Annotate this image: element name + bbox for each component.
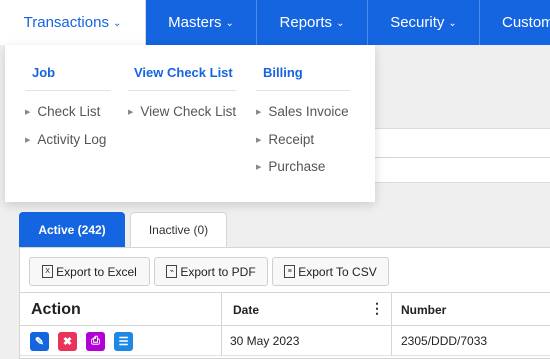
list-icon[interactable]: ☰ [114, 331, 133, 351]
chevron-down-icon: ⌄ [448, 18, 457, 29]
divider [375, 157, 550, 158]
menu-link-receipt[interactable]: ▶ Receipt [256, 132, 314, 147]
button-label: Export to Excel [56, 264, 137, 279]
caret-right-icon: ▶ [256, 108, 262, 116]
nav-label: Masters [168, 14, 222, 31]
cell-number: 2305/DDD/7033 [401, 334, 488, 348]
header-label: Action [31, 300, 81, 318]
tab-label: Inactive (0) [148, 223, 209, 237]
csv-file-icon: ≡ [284, 265, 296, 278]
delete-icon[interactable]: ✖ [58, 331, 77, 351]
column-header-action[interactable]: Action [20, 293, 222, 326]
caret-right-icon: ▶ [256, 163, 262, 171]
caret-right-icon: ▶ [25, 108, 31, 116]
nav-label: Reports [279, 14, 333, 31]
nav-custom[interactable]: Custom [480, 0, 550, 45]
divider [256, 90, 350, 91]
tab-active[interactable]: Active (242) [19, 212, 125, 247]
excel-file-icon: X [42, 265, 54, 278]
print-icon[interactable]: ⎙ [86, 331, 105, 351]
menu-link-label: Receipt [268, 132, 315, 147]
column-header-number[interactable]: Number [392, 293, 550, 326]
grid-panel: X Export to Excel ⌁ Export to PDF ≡ Expo… [19, 247, 550, 359]
nav-security[interactable]: Security ⌄ [368, 0, 480, 45]
menu-link-label: View Check List [140, 104, 237, 119]
header-label: Date [233, 302, 260, 317]
menu-column-title: Billing [263, 65, 303, 80]
chevron-down-icon: ⌄ [112, 18, 122, 29]
table-header: Action Date ⋮ Number [20, 292, 550, 326]
button-label: Export to PDF [180, 264, 256, 279]
menu-link-check-list[interactable]: ▶ Check List [25, 104, 100, 119]
app-page: Transactions ⌄ Masters ⌄ Reports ⌄ Security… [0, 0, 550, 359]
export-csv-button[interactable]: ≡ Export To CSV [272, 257, 389, 286]
menu-column-title: Job [32, 65, 56, 80]
tab-inactive[interactable]: Inactive (0) [130, 212, 227, 247]
nav-transactions[interactable]: Transactions ⌄ [0, 0, 146, 45]
menu-link-label: Activity Log [37, 132, 107, 147]
nav-label: Transactions [23, 14, 109, 31]
column-header-date[interactable]: Date ⋮ [222, 293, 392, 326]
menu-link-label: Purchase [268, 159, 326, 174]
filter-panel [375, 128, 550, 183]
header-label: Number [401, 302, 447, 317]
divider [25, 90, 111, 91]
pdf-file-icon: ⌁ [166, 265, 178, 278]
edit-icon[interactable]: ✎ [30, 331, 49, 351]
nav-reports[interactable]: Reports ⌄ [257, 0, 368, 45]
cell-date: 30 May 2023 [222, 326, 392, 356]
top-nav: Transactions ⌄ Masters ⌄ Reports ⌄ Security… [0, 0, 550, 45]
menu-link-activity-log[interactable]: ▶ Activity Log [25, 132, 106, 147]
nav-label: Custom [502, 14, 550, 31]
caret-right-icon: ▶ [25, 136, 31, 144]
caret-right-icon: ▶ [256, 136, 262, 144]
button-label: Export To CSV [298, 264, 377, 279]
menu-link-label: Check List [37, 104, 101, 119]
menu-link-view-check-list[interactable]: ▶ View Check List [128, 104, 236, 119]
nav-masters[interactable]: Masters ⌄ [146, 0, 257, 45]
chevron-down-icon: ⌄ [336, 18, 345, 29]
export-pdf-button[interactable]: ⌁ Export to PDF [154, 257, 268, 286]
row-actions: ✎ ✖ ⎙ ☰ [20, 326, 222, 356]
table-row[interactable]: ✎ ✖ ⎙ ☰ 30 May 2023 2305/DDD/7033 [20, 326, 550, 356]
nav-label: Security [390, 14, 445, 31]
caret-right-icon: ▶ [128, 108, 134, 116]
menu-link-purchase[interactable]: ▶ Purchase [256, 159, 325, 174]
menu-link-label: Sales Invoice [268, 104, 349, 119]
divider [128, 90, 236, 91]
export-excel-button[interactable]: X Export to Excel [29, 257, 150, 286]
menu-column-title: View Check List [134, 65, 233, 80]
menu-link-sales-invoice[interactable]: ▶ Sales Invoice [256, 104, 349, 119]
column-menu-icon[interactable]: ⋮ [370, 301, 384, 315]
tab-label: Active (242) [38, 222, 106, 237]
transactions-dropdown: Job ▶ Check List ▶ Activity Log View Check… [5, 45, 375, 202]
chevron-down-icon: ⌄ [225, 18, 234, 29]
